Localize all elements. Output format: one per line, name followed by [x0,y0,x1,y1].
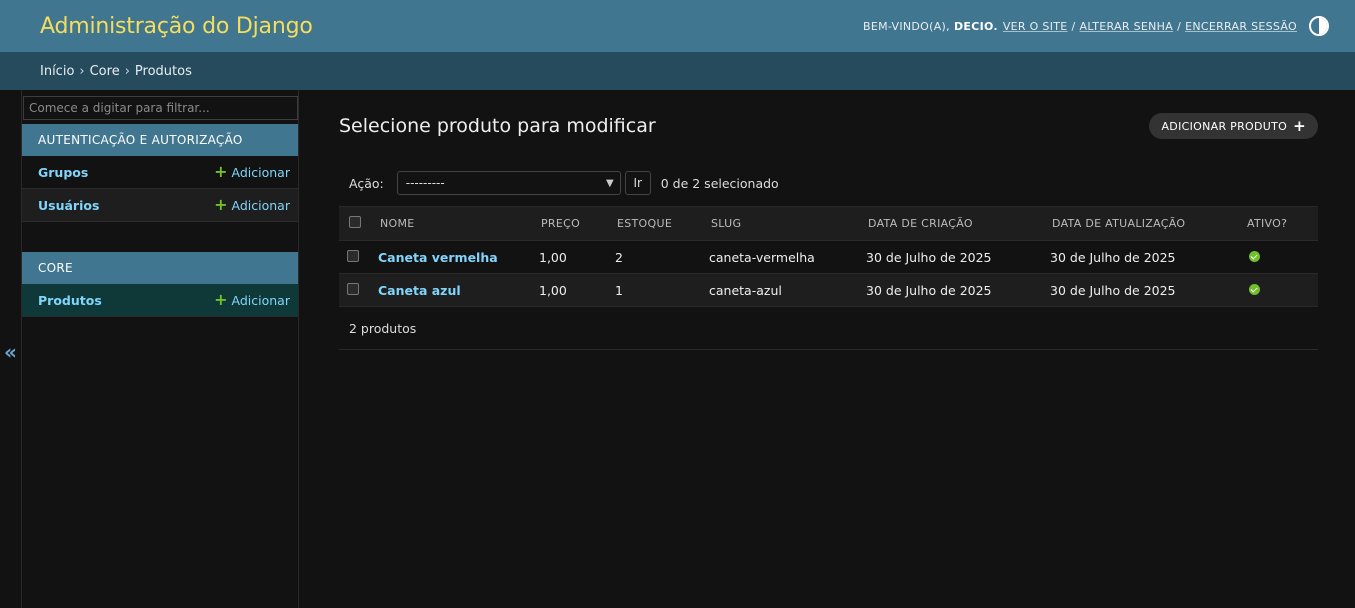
breadcrumb-current: Produtos [134,63,192,79]
module-caption-auth[interactable]: AUTENTICAÇÃO E AUTORIZAÇÃO [22,124,298,156]
product-link[interactable]: Caneta azul [378,283,461,298]
cell-estoque: 2 [613,240,707,274]
site-title[interactable]: Administração do Django [40,14,313,39]
chevron-down-icon: ▼ [606,177,614,189]
theme-toggle-icon[interactable] [1309,16,1329,36]
column-header-slug[interactable]: SLUG [707,206,864,241]
row-checkbox[interactable] [347,249,359,262]
header: Administração do Django BEM-VINDO(A), DE… [0,0,1355,52]
column-header-nome[interactable]: NOME [376,206,537,241]
results-table: NOME PREÇO ESTOQUE SLUG DATA DE CRIAÇÃO … [339,206,1318,307]
content: Selecione produto para modificar ADICION… [299,90,1355,608]
sidebar-item-usuarios: Usuários + Adicionar [22,189,298,222]
add-grupos-link[interactable]: + Adicionar [214,164,290,180]
cell-slug: caneta-vermelha [707,240,864,274]
breadcrumb-separator: › [79,63,85,79]
action-select[interactable]: --------- ▼ [396,171,621,195]
plus-icon: + [214,162,228,181]
product-link[interactable]: Caneta vermelha [378,250,498,265]
column-header-preco[interactable]: PREÇO [537,206,613,241]
cell-criacao: 30 de Julho de 2025 [864,240,1048,274]
user-tools: BEM-VINDO(A), DECIO. VER O SITE / ALTERA… [863,16,1329,36]
sidebar-toggle-column: « [0,90,22,608]
cell-criacao: 30 de Julho de 2025 [864,273,1048,307]
sidebar-item-produtos: Produtos + Adicionar [22,284,298,317]
table-row: Caneta azul 1,00 1 caneta-azul 30 de Jul… [339,273,1318,307]
table-row: Caneta vermelha 1,00 2 caneta-vermelha 3… [339,240,1318,274]
welcome-text: BEM-VINDO(A), [863,19,950,33]
cell-preco: 1,00 [537,273,613,307]
actions-bar: Ação: --------- ▼ Ir 0 de 2 selecionado [339,170,1318,196]
go-button[interactable]: Ir [624,171,651,195]
separator: / [1071,19,1076,33]
action-label: Ação: [349,175,384,191]
select-all-header [339,206,376,241]
add-usuarios-link[interactable]: + Adicionar [214,197,290,213]
column-header-criacao[interactable]: DATA DE CRIAÇÃO [864,206,1048,241]
sidebar-item-grupos: Grupos + Adicionar [22,156,298,189]
column-header-ativo[interactable]: ATIVO? [1243,206,1318,241]
breadcrumb-separator: › [124,63,130,79]
row-checkbox[interactable] [347,282,359,295]
breadcrumb-core[interactable]: Core [90,64,120,79]
add-produtos-link[interactable]: + Adicionar [214,292,290,308]
collapse-sidebar-icon[interactable]: « [4,340,17,364]
page-title: Selecione produto para modificar [339,115,656,137]
change-password-link[interactable]: ALTERAR SENHA [1080,20,1174,33]
username: DECIO. [953,19,998,33]
plus-icon: + [1293,117,1306,135]
sidebar-item-label[interactable]: Usuários [38,198,99,213]
sidebar-item-label[interactable]: Grupos [38,165,88,180]
cell-slug: caneta-azul [707,273,864,307]
plus-icon: + [214,195,228,214]
active-check-icon [1249,283,1260,295]
column-header-atualizacao[interactable]: DATA DE ATUALIZAÇÃO [1048,206,1243,241]
breadcrumb-home[interactable]: Início [40,64,74,79]
column-header-estoque[interactable]: ESTOQUE [613,206,707,241]
plus-icon: + [214,290,228,309]
select-all-checkbox[interactable] [349,216,361,228]
cell-atualizacao: 30 de Julho de 2025 [1048,273,1243,307]
logout-link[interactable]: ENCERRAR SESSÃO [1185,20,1297,33]
add-produto-button[interactable]: ADICIONAR PRODUTO + [1149,113,1318,139]
separator: / [1177,19,1182,33]
active-check-icon [1249,250,1260,262]
sidebar-item-label[interactable]: Produtos [38,293,102,308]
cell-preco: 1,00 [537,240,613,274]
module-caption-core[interactable]: CORE [22,252,298,284]
sidebar-filter-input[interactable]: Comece a digitar para filtrar... [23,96,298,120]
selection-counter: 0 de 2 selecionado [660,175,779,191]
cell-atualizacao: 30 de Julho de 2025 [1048,240,1243,274]
sidebar: Comece a digitar para filtrar... AUTENTI… [22,90,299,608]
paginator: 2 produtos [339,307,1318,350]
cell-estoque: 1 [613,273,707,307]
breadcrumb: Início › Core › Produtos [0,52,1355,90]
view-site-link[interactable]: VER O SITE [1003,20,1068,33]
